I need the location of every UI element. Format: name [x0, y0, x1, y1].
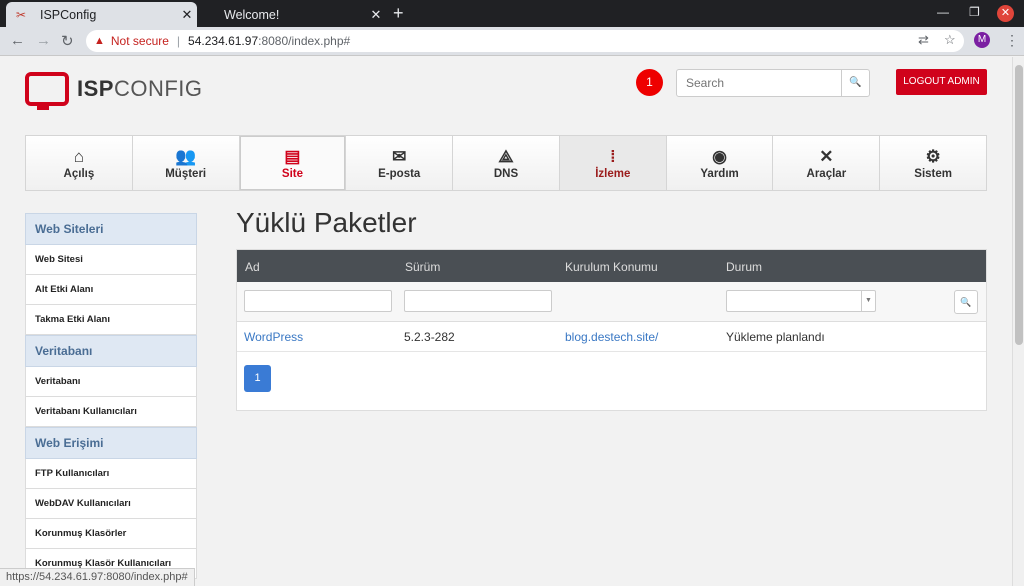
- nav-label: Müşteri: [165, 168, 207, 180]
- search-button[interactable]: 🔍: [841, 70, 869, 96]
- new-tab-icon[interactable]: +: [393, 3, 404, 24]
- warning-icon: ▲: [94, 35, 105, 47]
- ispconfig-favicon-icon: ✂: [16, 7, 27, 22]
- packages-table: Ad Sürüm Kurulum Konumu Durum ▼ 🔍 WordPr…: [236, 249, 987, 411]
- search-icon: 🔍: [849, 77, 862, 88]
- nav-label: DNS: [493, 168, 519, 180]
- sidebar-item-protected-folders[interactable]: Korunmuş Klasörler: [25, 519, 197, 549]
- users-icon: 👥: [175, 147, 197, 166]
- nav-label: Araçlar: [806, 168, 847, 180]
- page-scrollbar[interactable]: [1012, 57, 1024, 586]
- filter-name-input[interactable]: [244, 290, 392, 312]
- package-status: Yükleme planlandı: [726, 330, 825, 344]
- filter-version-input[interactable]: [404, 290, 552, 312]
- status-bar-url: https://54.234.61.97:8080/index.php#: [0, 568, 195, 586]
- tab-welcome[interactable]: Welcome! ✕: [200, 2, 386, 27]
- package-name-link[interactable]: WordPress: [244, 330, 303, 344]
- nav-email[interactable]: ✉ E-posta: [346, 136, 454, 190]
- dns-icon: ⟁: [498, 147, 514, 166]
- column-header-location[interactable]: Kurulum Konumu: [565, 260, 658, 274]
- restore-icon[interactable]: ❐: [969, 5, 980, 19]
- nav-clients[interactable]: 👥 Müşteri: [133, 136, 240, 190]
- minimize-icon[interactable]: —: [937, 5, 949, 19]
- address-bar[interactable]: ▲ Not secure | 54.234.61.97 :8080/index.…: [86, 30, 964, 52]
- not-secure-label: Not secure: [110, 34, 169, 48]
- page: ISPCONFIG 1 🔍 LOGOUT ADMIN ⌂ Açılış 👥 Mü…: [0, 57, 1012, 586]
- sidebar-item-database-users[interactable]: Veritabanı Kullanıcıları: [25, 397, 197, 427]
- logo-text: ISPCONFIG: [77, 76, 203, 101]
- logo-mark-icon: [25, 72, 69, 110]
- table-header: Ad Sürüm Kurulum Konumu Durum: [237, 250, 986, 282]
- ispconfig-logo[interactable]: ISPCONFIG: [25, 72, 203, 110]
- nav-label: E-posta: [378, 168, 421, 180]
- scrollbar-thumb[interactable]: [1015, 65, 1023, 345]
- chevron-down-icon: ▼: [861, 291, 875, 311]
- site-icon: ▤: [284, 147, 301, 166]
- sidebar-item-subdomain[interactable]: Alt Etki Alanı: [25, 275, 197, 305]
- reload-icon[interactable]: ↻: [61, 32, 74, 50]
- translate-icon[interactable]: ⇄: [918, 32, 929, 48]
- sidebar-group-database: Veritabanı: [25, 335, 197, 367]
- tab-ispconfig[interactable]: ✂ ISPConfig ✕: [6, 2, 197, 27]
- lifebuoy-icon: ◉: [712, 147, 727, 166]
- nav-system[interactable]: ⚙ Sistem: [880, 136, 986, 190]
- url-path: :8080/index.php#: [258, 34, 351, 48]
- nav-site[interactable]: ▤ Site: [239, 136, 347, 190]
- page-title: Yüklü Paketler: [236, 207, 417, 238]
- browser-menu-icon[interactable]: ⋮: [1005, 32, 1019, 49]
- back-icon[interactable]: ←: [10, 32, 25, 49]
- url-host: 54.234.61.97: [188, 34, 259, 48]
- nav-label: Site: [281, 168, 303, 180]
- sidebar-item-alias-domain[interactable]: Takma Etki Alanı: [25, 305, 197, 335]
- nav-monitor[interactable]: ⁞ İzleme: [559, 136, 667, 190]
- tab-title: ISPConfig: [40, 7, 97, 22]
- sidebar-group-websites: Web Siteleri: [25, 213, 197, 245]
- bookmark-star-icon[interactable]: ☆: [944, 32, 956, 48]
- divider: |: [176, 34, 181, 48]
- nav-label: İzleme: [595, 168, 631, 180]
- column-header-status[interactable]: Durum: [726, 260, 762, 274]
- browser-tab-bar: ✂ ISPConfig ✕ Welcome! ✕ + — ❐ ✕: [0, 0, 1024, 27]
- sidebar-item-ftp-users[interactable]: FTP Kullanıcıları: [25, 459, 197, 489]
- nav-tools[interactable]: ✕ Araçlar: [773, 136, 881, 190]
- sidebar-group-web-access: Web Erişimi: [25, 427, 197, 459]
- column-header-version[interactable]: Sürüm: [405, 260, 440, 274]
- table-row[interactable]: WordPress 5.2.3-282 blog.destech.site/ Y…: [237, 322, 986, 352]
- search-box: 🔍: [676, 69, 870, 97]
- package-version: 5.2.3-282: [404, 330, 455, 344]
- nav-label: Yardım: [700, 168, 739, 180]
- sidebar-item-website[interactable]: Web Sitesi: [25, 245, 197, 275]
- nav-dns[interactable]: ⟁ DNS: [453, 136, 560, 190]
- browser-toolbar: ← → ↻ ▲ Not secure | 54.234.61.97 :8080/…: [0, 27, 1024, 56]
- nav-home[interactable]: ⌂ Açılış: [26, 136, 133, 190]
- sidebar-item-database[interactable]: Veritabanı: [25, 367, 197, 397]
- pagination-page-1[interactable]: 1: [244, 365, 271, 392]
- email-icon: ✉: [392, 147, 407, 166]
- sidebar: Web Siteleri Web Sitesi Alt Etki Alanı T…: [25, 213, 197, 579]
- forward-icon[interactable]: →: [36, 32, 51, 49]
- nav-label: Açılış: [63, 168, 95, 180]
- notification-badge[interactable]: 1: [636, 69, 663, 96]
- window-close-icon[interactable]: ✕: [997, 5, 1014, 22]
- logout-button[interactable]: LOGOUT ADMIN: [896, 69, 987, 95]
- filter-status-select[interactable]: ▼: [726, 290, 876, 312]
- home-icon: ⌂: [73, 147, 85, 166]
- tools-icon: ✕: [819, 147, 834, 166]
- column-header-name[interactable]: Ad: [245, 260, 260, 274]
- filter-row: ▼ 🔍: [237, 282, 986, 322]
- nav-help[interactable]: ◉ Yardım: [667, 136, 774, 190]
- close-tab-icon[interactable]: ✕: [366, 7, 386, 23]
- package-location-link[interactable]: blog.destech.site/: [565, 330, 658, 344]
- search-input[interactable]: [677, 70, 841, 96]
- traffic-light-icon: ⁞: [609, 147, 616, 166]
- close-tab-icon[interactable]: ✕: [177, 7, 197, 23]
- gear-icon: ⚙: [925, 147, 941, 166]
- search-icon: 🔍: [960, 297, 972, 307]
- filter-search-button[interactable]: 🔍: [954, 290, 978, 314]
- sidebar-item-webdav-users[interactable]: WebDAV Kullanıcıları: [25, 489, 197, 519]
- nav-label: Sistem: [914, 168, 952, 180]
- profile-avatar[interactable]: M: [974, 32, 990, 48]
- tab-title: Welcome!: [224, 7, 280, 22]
- main-navigation: ⌂ Açılış 👥 Müşteri ▤ Site ✉ E-posta ⟁ DN…: [25, 135, 987, 191]
